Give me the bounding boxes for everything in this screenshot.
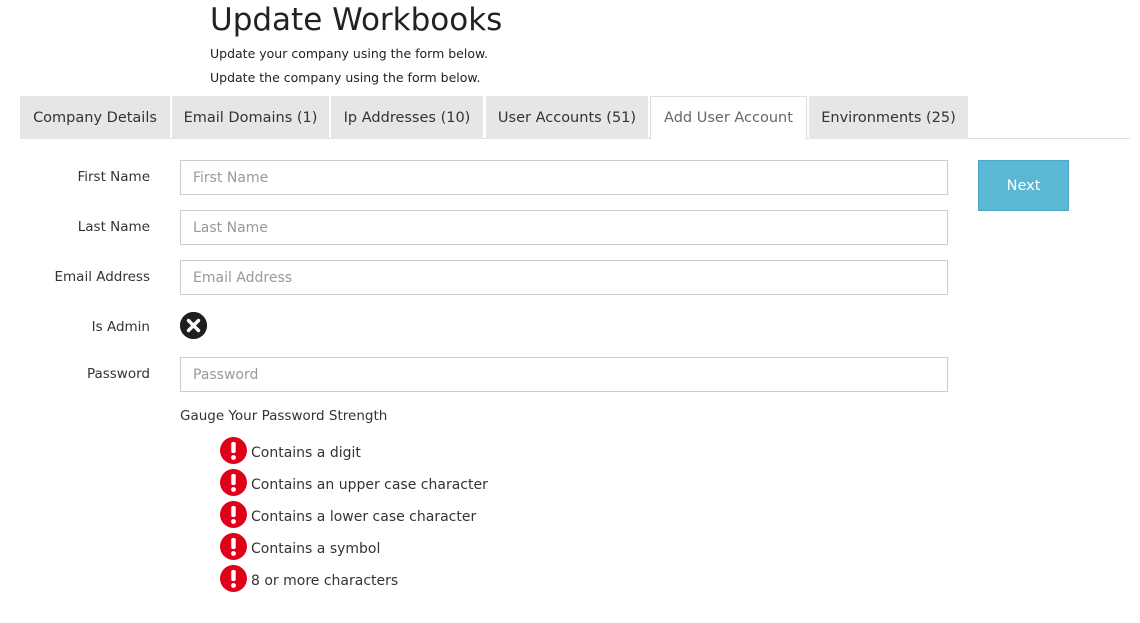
exclamation-circle-icon: [220, 437, 247, 464]
password-rule-text: Contains a lower case character: [251, 509, 477, 525]
first-name-field[interactable]: [180, 160, 948, 195]
page-title: Update Workbooks: [210, 2, 503, 38]
tab-environments[interactable]: Environments (25): [809, 96, 968, 139]
tab-email-domains[interactable]: Email Domains (1): [172, 96, 329, 139]
password-rule-text: Contains an upper case character: [251, 477, 488, 493]
tab-bar: Company Details Email Domains (1) Ip Add…: [20, 96, 1130, 140]
x-circle-icon: [180, 312, 207, 339]
exclamation-circle-icon: [220, 533, 247, 560]
password-rule-text: 8 or more characters: [251, 573, 399, 589]
password-strength-title: Gauge Your Password Strength: [180, 408, 388, 424]
is-admin-toggle[interactable]: [180, 312, 207, 339]
first-name-label: First Name: [77, 169, 150, 185]
page-subtitle-secondary: Update the company using the form below.: [210, 70, 481, 85]
password-rule-text: Contains a digit: [251, 445, 361, 461]
page: Update Workbooks Update your company usi…: [0, 0, 1140, 623]
page-subtitle: Update your company using the form below…: [210, 46, 489, 61]
exclamation-circle-icon: [220, 469, 247, 496]
last-name-label: Last Name: [77, 219, 150, 235]
email-address-field[interactable]: [180, 260, 948, 295]
tab-add-user-account[interactable]: Add User Account: [650, 96, 807, 140]
password-field[interactable]: [180, 357, 948, 392]
password-label: Password: [86, 366, 150, 382]
tab-user-accounts[interactable]: User Accounts (51): [486, 96, 648, 139]
last-name-field[interactable]: [180, 210, 948, 245]
tab-ip-addresses[interactable]: Ip Addresses (10): [331, 96, 483, 139]
is-admin-label: Is Admin: [91, 319, 150, 335]
tab-company-details[interactable]: Company Details: [20, 96, 170, 139]
next-button[interactable]: Next: [978, 160, 1069, 211]
password-rule-text: Contains a symbol: [251, 541, 381, 557]
email-address-label: Email Address: [54, 269, 150, 285]
exclamation-circle-icon: [220, 501, 247, 528]
exclamation-circle-icon: [220, 565, 247, 592]
